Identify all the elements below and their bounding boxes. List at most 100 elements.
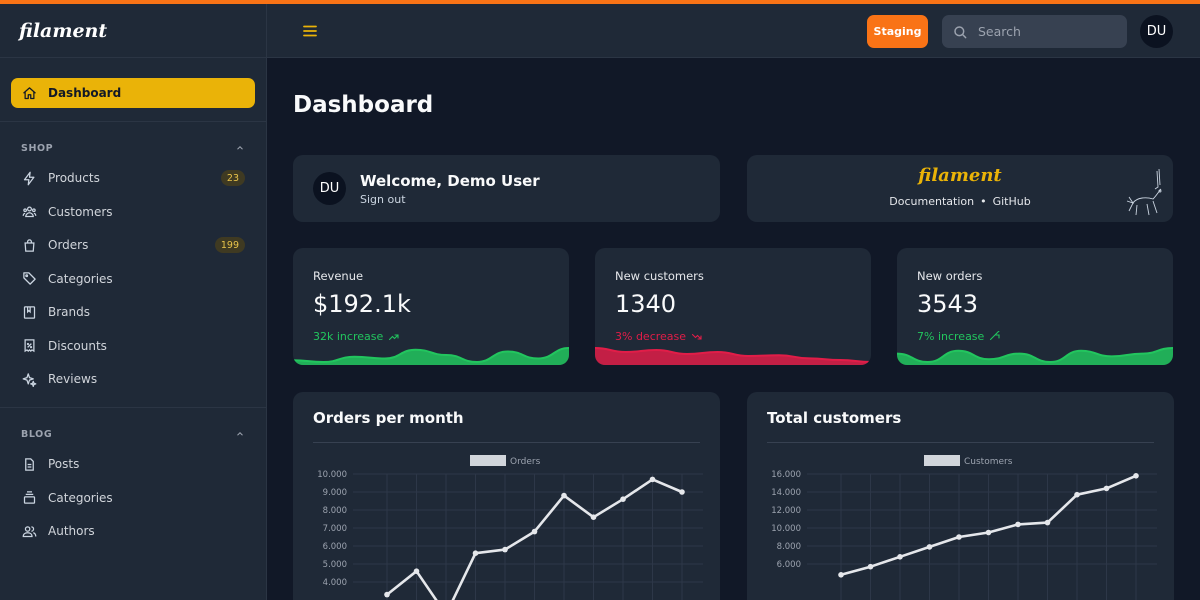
sidebar-item-orders[interactable]: Orders 199 (11, 230, 255, 260)
user-avatar[interactable]: DU (1140, 15, 1173, 48)
search-input[interactable] (978, 24, 1118, 39)
y-tick-label: 6.000 (777, 560, 801, 570)
stat-change: 3% decrease (615, 330, 703, 343)
count-badge: 199 (214, 237, 245, 253)
sidebar-item-reviews[interactable]: Reviews (11, 364, 255, 394)
filament-logo[interactable]: filament (747, 165, 1173, 186)
sidebar-divider (0, 407, 266, 408)
trending-up-icon (990, 330, 1000, 340)
search-icon (954, 25, 967, 38)
data-point (413, 568, 420, 574)
stat-value: $192.1k (313, 290, 411, 318)
documentation-link[interactable]: Documentation (889, 195, 974, 208)
hamburger-icon[interactable] (301, 22, 319, 40)
data-point (1074, 491, 1080, 498)
book-icon (21, 304, 37, 320)
stat-value: 1340 (615, 290, 677, 318)
chart-legend: Customers (924, 455, 1013, 467)
y-tick-label: 10.000 (317, 470, 347, 480)
avatar: DU (313, 172, 346, 205)
welcome-widget: DU Welcome, Demo User Sign out (293, 155, 720, 222)
total-customers-chart-card: Total customers Customers 16.000 14.000 12.… (747, 392, 1174, 600)
chart-title: Total customers (767, 409, 902, 427)
data-point (531, 528, 538, 535)
environment-badge[interactable]: Staging (867, 15, 928, 48)
sidebar-item-customers[interactable]: Customers (11, 197, 255, 227)
topbar: Staging DU (267, 4, 1200, 58)
stat-change: 32k increase (313, 330, 400, 343)
y-tick-label: 4.000 (323, 578, 347, 588)
sidebar-item-brands[interactable]: Brands (11, 297, 255, 327)
sparkline (897, 347, 1173, 365)
sidebar-item-label: Authors (48, 524, 95, 538)
sidebar-item-label: Brands (48, 305, 90, 319)
y-tick-label: 9.000 (323, 488, 347, 498)
stat-change-text: 3% decrease (615, 330, 687, 343)
y-tick-label: 10.000 (771, 524, 801, 534)
y-tick-label: 6.000 (323, 542, 347, 552)
data-point (1103, 485, 1110, 492)
data-point (649, 476, 656, 483)
data-point (926, 544, 933, 550)
document-icon (21, 456, 37, 472)
global-search[interactable] (942, 15, 1127, 48)
count-badge: 23 (220, 170, 245, 186)
shopping-bag-icon (21, 237, 37, 253)
page-title: Dashboard (293, 92, 434, 118)
group-header-shop[interactable]: SHOP (11, 139, 255, 157)
sidebar-item-authors[interactable]: Authors (11, 516, 255, 546)
user-group-icon (21, 523, 37, 539)
stat-label: Revenue (313, 269, 364, 283)
sidebar-item-label: Categories (48, 490, 113, 505)
sidebar-item-label: Reviews (48, 372, 98, 386)
trending-down-icon (691, 333, 702, 340)
sidebar: filament Dashboard SHOP Products 23 Cust… (0, 4, 267, 600)
users-icon (21, 204, 37, 220)
sidebar-item-products[interactable]: Products 23 (11, 163, 255, 193)
sidebar-item-label: Dashboard (48, 86, 122, 100)
info-links: Documentation • GitHub (747, 195, 1173, 208)
sidebar-divider (0, 121, 266, 122)
welcome-greeting: Welcome, Demo User (360, 172, 540, 190)
sidebar-item-label: Orders (48, 238, 89, 252)
y-tick-label: 5.000 (323, 560, 347, 570)
github-link[interactable]: GitHub (993, 195, 1031, 208)
customers-line-chart: Customers 16.000 14.000 12.000 10.000 8.000 6.… (771, 455, 1157, 600)
data-point (867, 563, 874, 570)
mascot-illustration-icon (1126, 168, 1162, 216)
sidebar-item-blog-categories[interactable]: Categories (11, 483, 255, 513)
chart-legend: Orders (470, 455, 541, 467)
sidebar-nav: Dashboard SHOP Products 23 Customers Ord… (0, 58, 266, 546)
receipt-icon (21, 338, 37, 354)
sidebar-item-label: Posts (48, 457, 80, 471)
brand-logo[interactable]: filament (0, 4, 266, 58)
link-separator: • (980, 195, 987, 208)
legend-swatch (470, 455, 506, 466)
home-icon (21, 85, 37, 101)
sidebar-item-dashboard[interactable]: Dashboard (11, 78, 255, 108)
sign-out-link[interactable]: Sign out (360, 193, 406, 206)
stat-card-new-customers: New customers 1340 3% decrease (595, 248, 871, 365)
trending-up-icon (389, 333, 399, 340)
sidebar-item-label: Categories (48, 271, 113, 286)
sparkline (293, 347, 569, 365)
stat-card-new-orders: New orders 3543 7% increase (897, 248, 1173, 365)
chart-title: Orders per month (313, 409, 464, 427)
stat-change-text: 7% increase (917, 330, 985, 343)
chart-divider (767, 442, 1154, 443)
legend-label: Orders (510, 457, 541, 467)
group-title: BLOG (21, 428, 53, 440)
data-point (1044, 519, 1051, 526)
data-point (897, 554, 903, 560)
tag-icon (21, 271, 37, 287)
data-point (1133, 473, 1139, 479)
group-header-blog[interactable]: BLOG (11, 425, 255, 443)
sidebar-item-label: Customers (48, 204, 113, 219)
sidebar-item-posts[interactable]: Posts (11, 449, 255, 479)
stat-card-revenue: Revenue $192.1k 32k increase (293, 248, 569, 365)
sidebar-item-categories[interactable]: Categories (11, 264, 255, 294)
sidebar-item-discounts[interactable]: Discounts (11, 331, 255, 361)
stat-label: New customers (615, 269, 704, 283)
chart-divider (313, 442, 700, 443)
y-tick-label: 14.000 (771, 488, 801, 498)
